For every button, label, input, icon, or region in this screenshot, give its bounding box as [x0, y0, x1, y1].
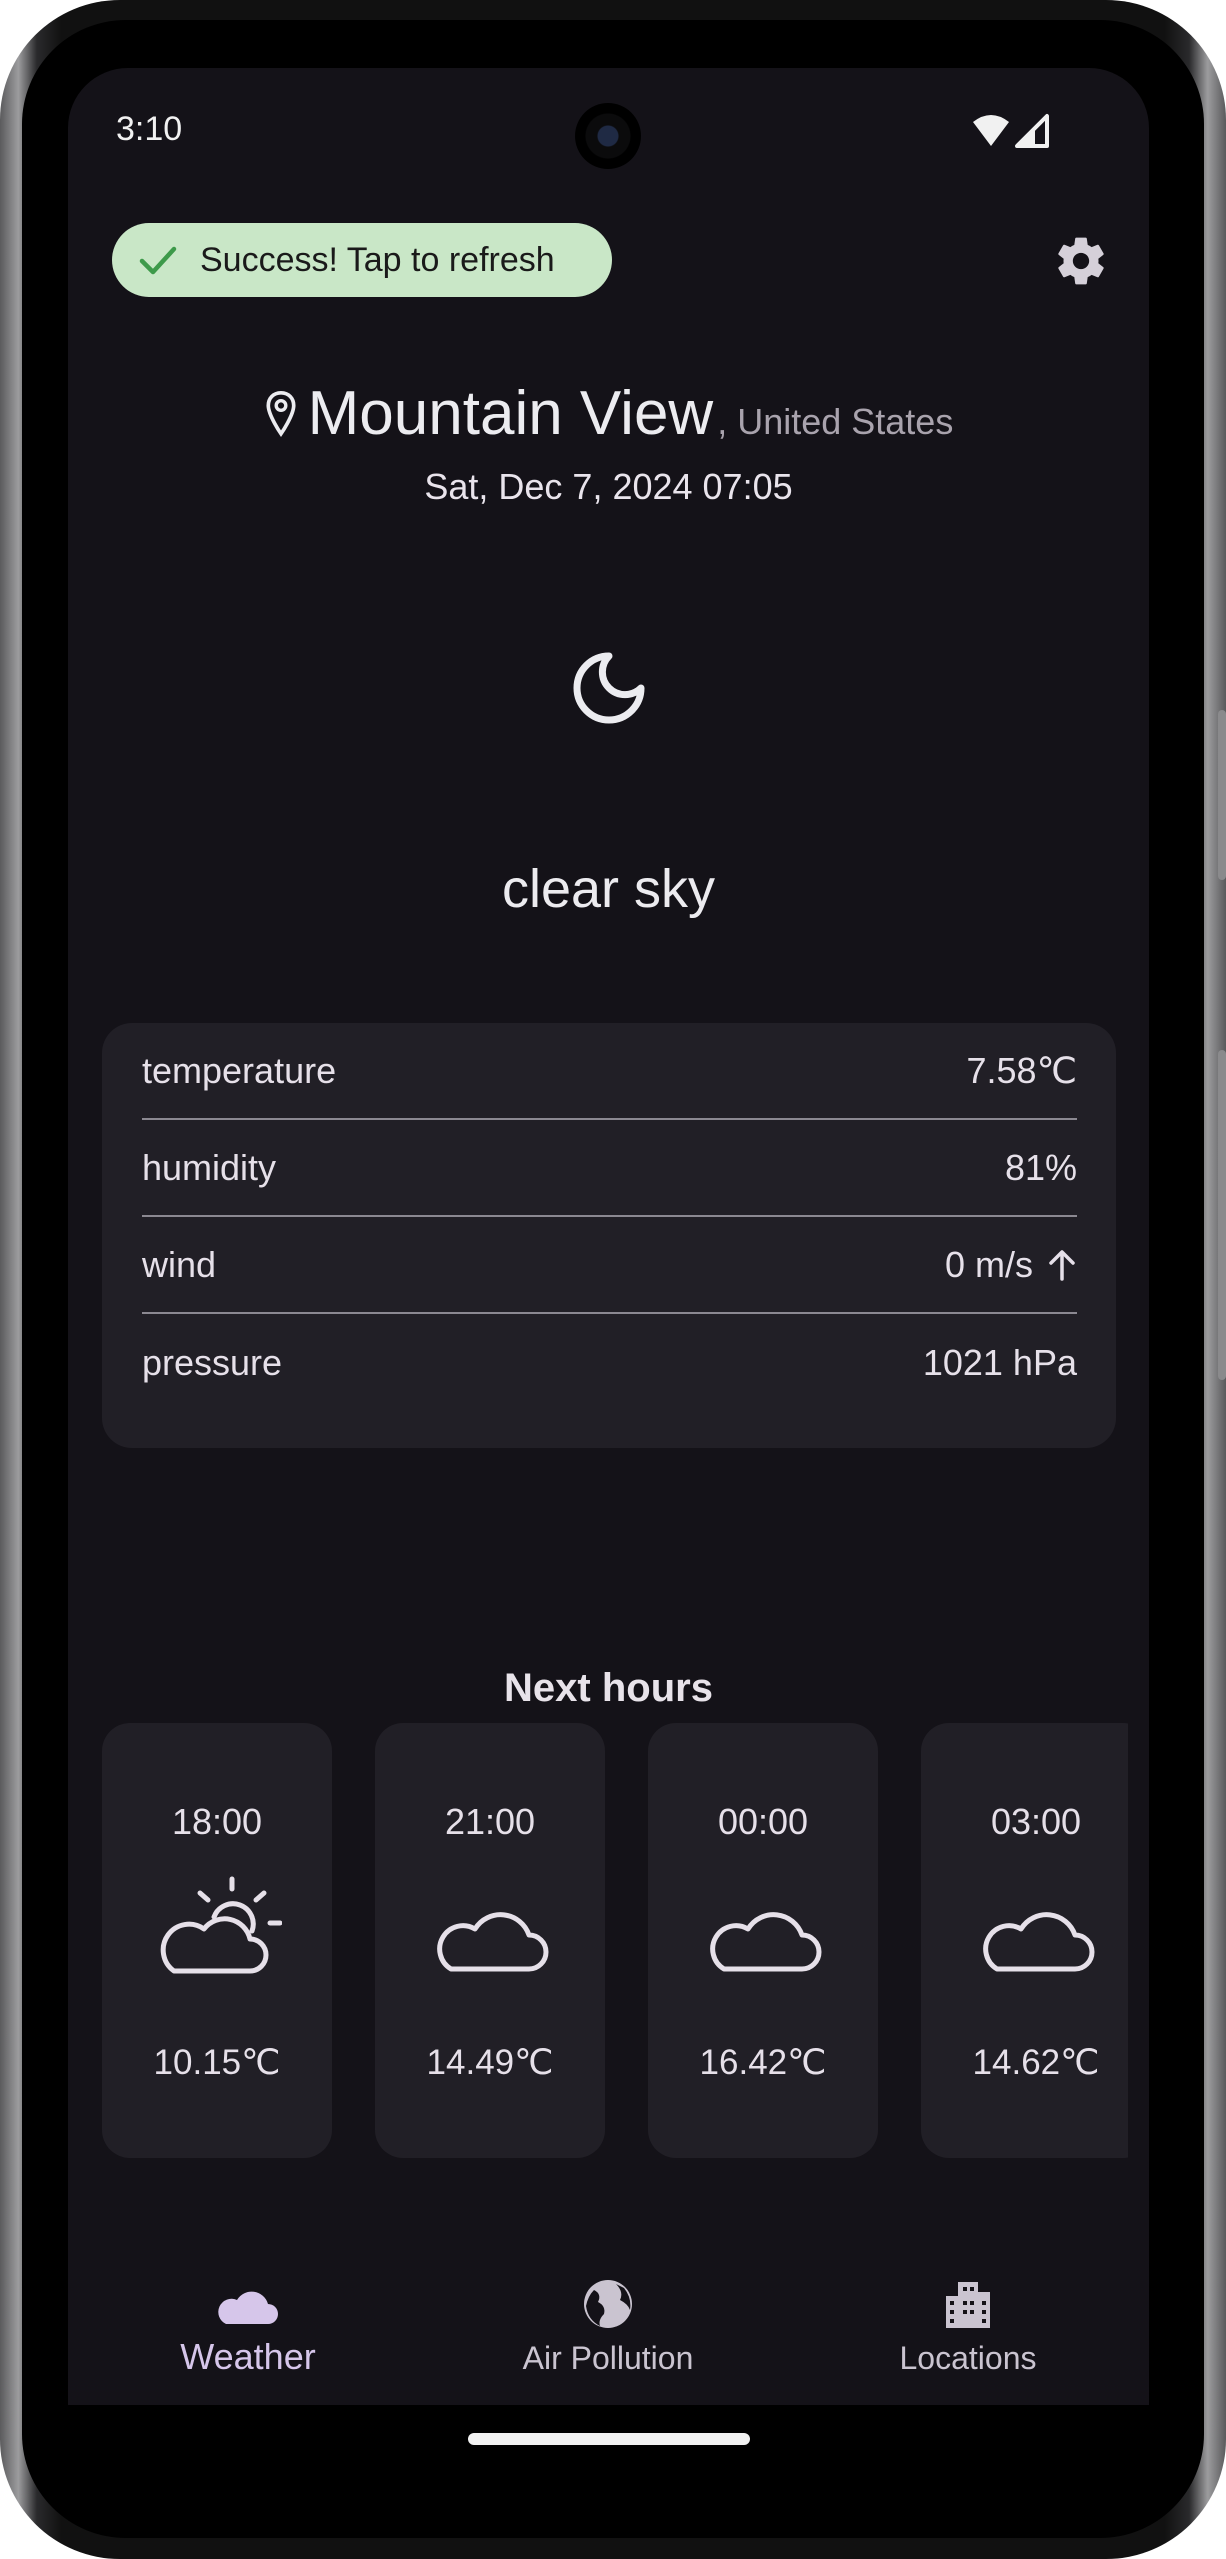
detail-value: 1021 hPa: [922, 1341, 1077, 1383]
detail-label: temperature: [142, 1049, 337, 1091]
bottom-navigation: Weather Air Pollution Locations: [68, 2268, 1149, 2405]
detail-row-wind: wind 0 m/s: [142, 1217, 1077, 1314]
observation-datetime: Sat, Dec 7, 2024 07:05: [424, 466, 793, 507]
cloud-icon: [983, 1912, 1095, 1972]
app-screen: 3:10 Success! Tap to refresh Mountain Vi…: [68, 68, 1149, 2405]
gesture-home-bar[interactable]: [468, 2433, 750, 2445]
detail-value: 0 m/s: [944, 1243, 1033, 1285]
forecast-time: 03:00: [990, 1801, 1082, 1842]
detail-value-wrap: 0 m/s: [945, 1244, 1077, 1286]
hourly-forecast-card: 00:00 16.42℃: [648, 1723, 878, 2158]
forecast-temperature: 14.62℃: [972, 2043, 1100, 2082]
hourly-forecast-list[interactable]: 18:00 10.15℃ 21:00 14.49℃ 00:00 16.42℃ 0…: [102, 1723, 1128, 2158]
forecast-time: 21:00: [444, 1801, 536, 1842]
hourly-forecast-card: 21:00 14.49℃: [375, 1723, 605, 2158]
detail-value: 81%: [1004, 1146, 1077, 1188]
location-pin-icon: [266, 390, 296, 437]
forecast-temperature: 16.42℃: [699, 2043, 827, 2082]
partly-cloudy-day-icon: [160, 1876, 282, 1974]
signal-icon: [1015, 114, 1049, 148]
detail-row-humidity: humidity 81%: [142, 1120, 1077, 1217]
weather-details-card: temperature 7.58℃ humidity 81% wind 0 m/…: [102, 1023, 1116, 1448]
nav-label: Weather: [180, 2336, 316, 2377]
detail-label: wind: [142, 1243, 217, 1285]
cloud-icon: [437, 1912, 549, 1972]
forecast-time: 00:00: [717, 1801, 809, 1842]
nav-item-weather[interactable]: Weather: [68, 2268, 428, 2405]
detail-label: humidity: [142, 1146, 277, 1188]
moon-icon: [573, 652, 645, 724]
forecast-time: 18:00: [171, 1801, 263, 1842]
globe-icon: [584, 2280, 632, 2328]
cloud-icon: [710, 1912, 822, 1972]
settings-gear-icon[interactable]: [1053, 233, 1109, 289]
detail-row-temperature: temperature 7.58℃: [142, 1023, 1077, 1120]
refresh-toast-label: Success! Tap to refresh: [200, 240, 555, 279]
status-icons: [973, 114, 1049, 148]
buildings-icon: [946, 2282, 990, 2328]
front-camera: [575, 103, 641, 169]
cloud-icon: [218, 2291, 278, 2324]
status-time: 3:10: [116, 110, 183, 148]
forecast-temperature: 10.15℃: [153, 2043, 281, 2082]
nav-label: Air Pollution: [522, 2340, 694, 2376]
volume-button: [1218, 1050, 1226, 1380]
wind-direction-arrow-icon: [1049, 1249, 1075, 1281]
weather-condition: clear sky: [501, 859, 716, 919]
location-header: Mountain View , United States: [68, 378, 1149, 449]
detail-label: pressure: [142, 1341, 283, 1383]
forecast-temperature: 14.49℃: [426, 2043, 554, 2082]
hourly-forecast-card: 18:00 10.15℃: [102, 1723, 332, 2158]
detail-row-pressure: pressure 1021 hPa: [142, 1314, 1077, 1411]
hourly-forecast-card: 03:00 14.62℃: [921, 1723, 1128, 2158]
nav-item-air-pollution[interactable]: Air Pollution: [428, 2268, 788, 2405]
next-hours-title: Next hours: [504, 1666, 713, 1710]
country-name: , United States: [717, 401, 954, 442]
power-button: [1218, 710, 1226, 880]
wifi-icon: [973, 115, 1009, 146]
check-icon: [139, 246, 177, 275]
nav-item-locations[interactable]: Locations: [788, 2268, 1148, 2405]
nav-label: Locations: [899, 2340, 1037, 2376]
detail-value: 7.58℃: [966, 1049, 1078, 1091]
refresh-toast[interactable]: Success! Tap to refresh: [112, 223, 612, 297]
city-name: Mountain View: [307, 379, 714, 448]
